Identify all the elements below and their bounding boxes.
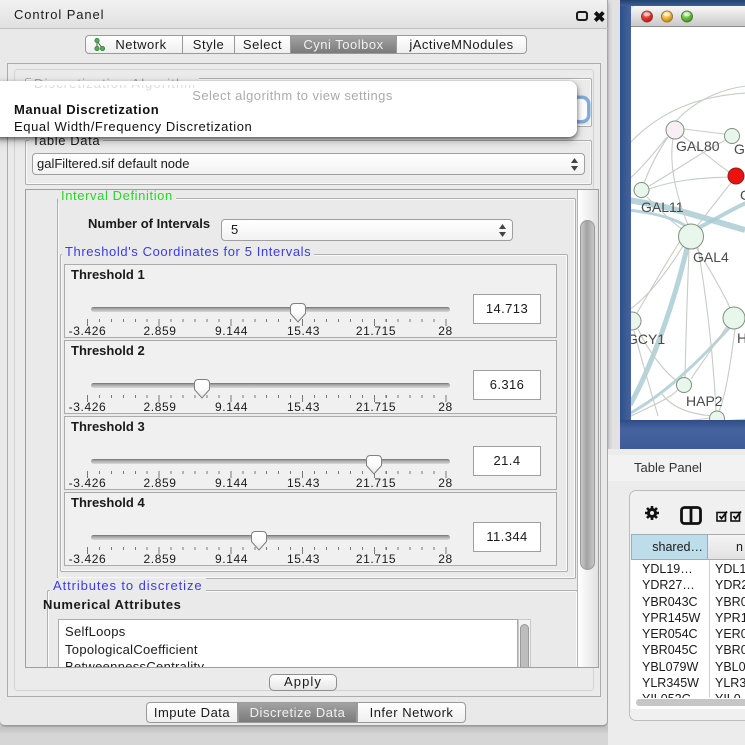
svg-text:H: H <box>737 330 745 346</box>
svg-text:GAL11: GAL11 <box>641 199 684 215</box>
svg-text:G.: G. <box>734 141 745 157</box>
svg-text:GAL4: GAL4 <box>693 249 729 265</box>
svg-text:C: C <box>740 187 745 203</box>
svg-text:HAP2: HAP2 <box>686 393 723 409</box>
svg-text:GCY1: GCY1 <box>631 331 665 347</box>
svg-text:GAL80: GAL80 <box>676 138 720 154</box>
